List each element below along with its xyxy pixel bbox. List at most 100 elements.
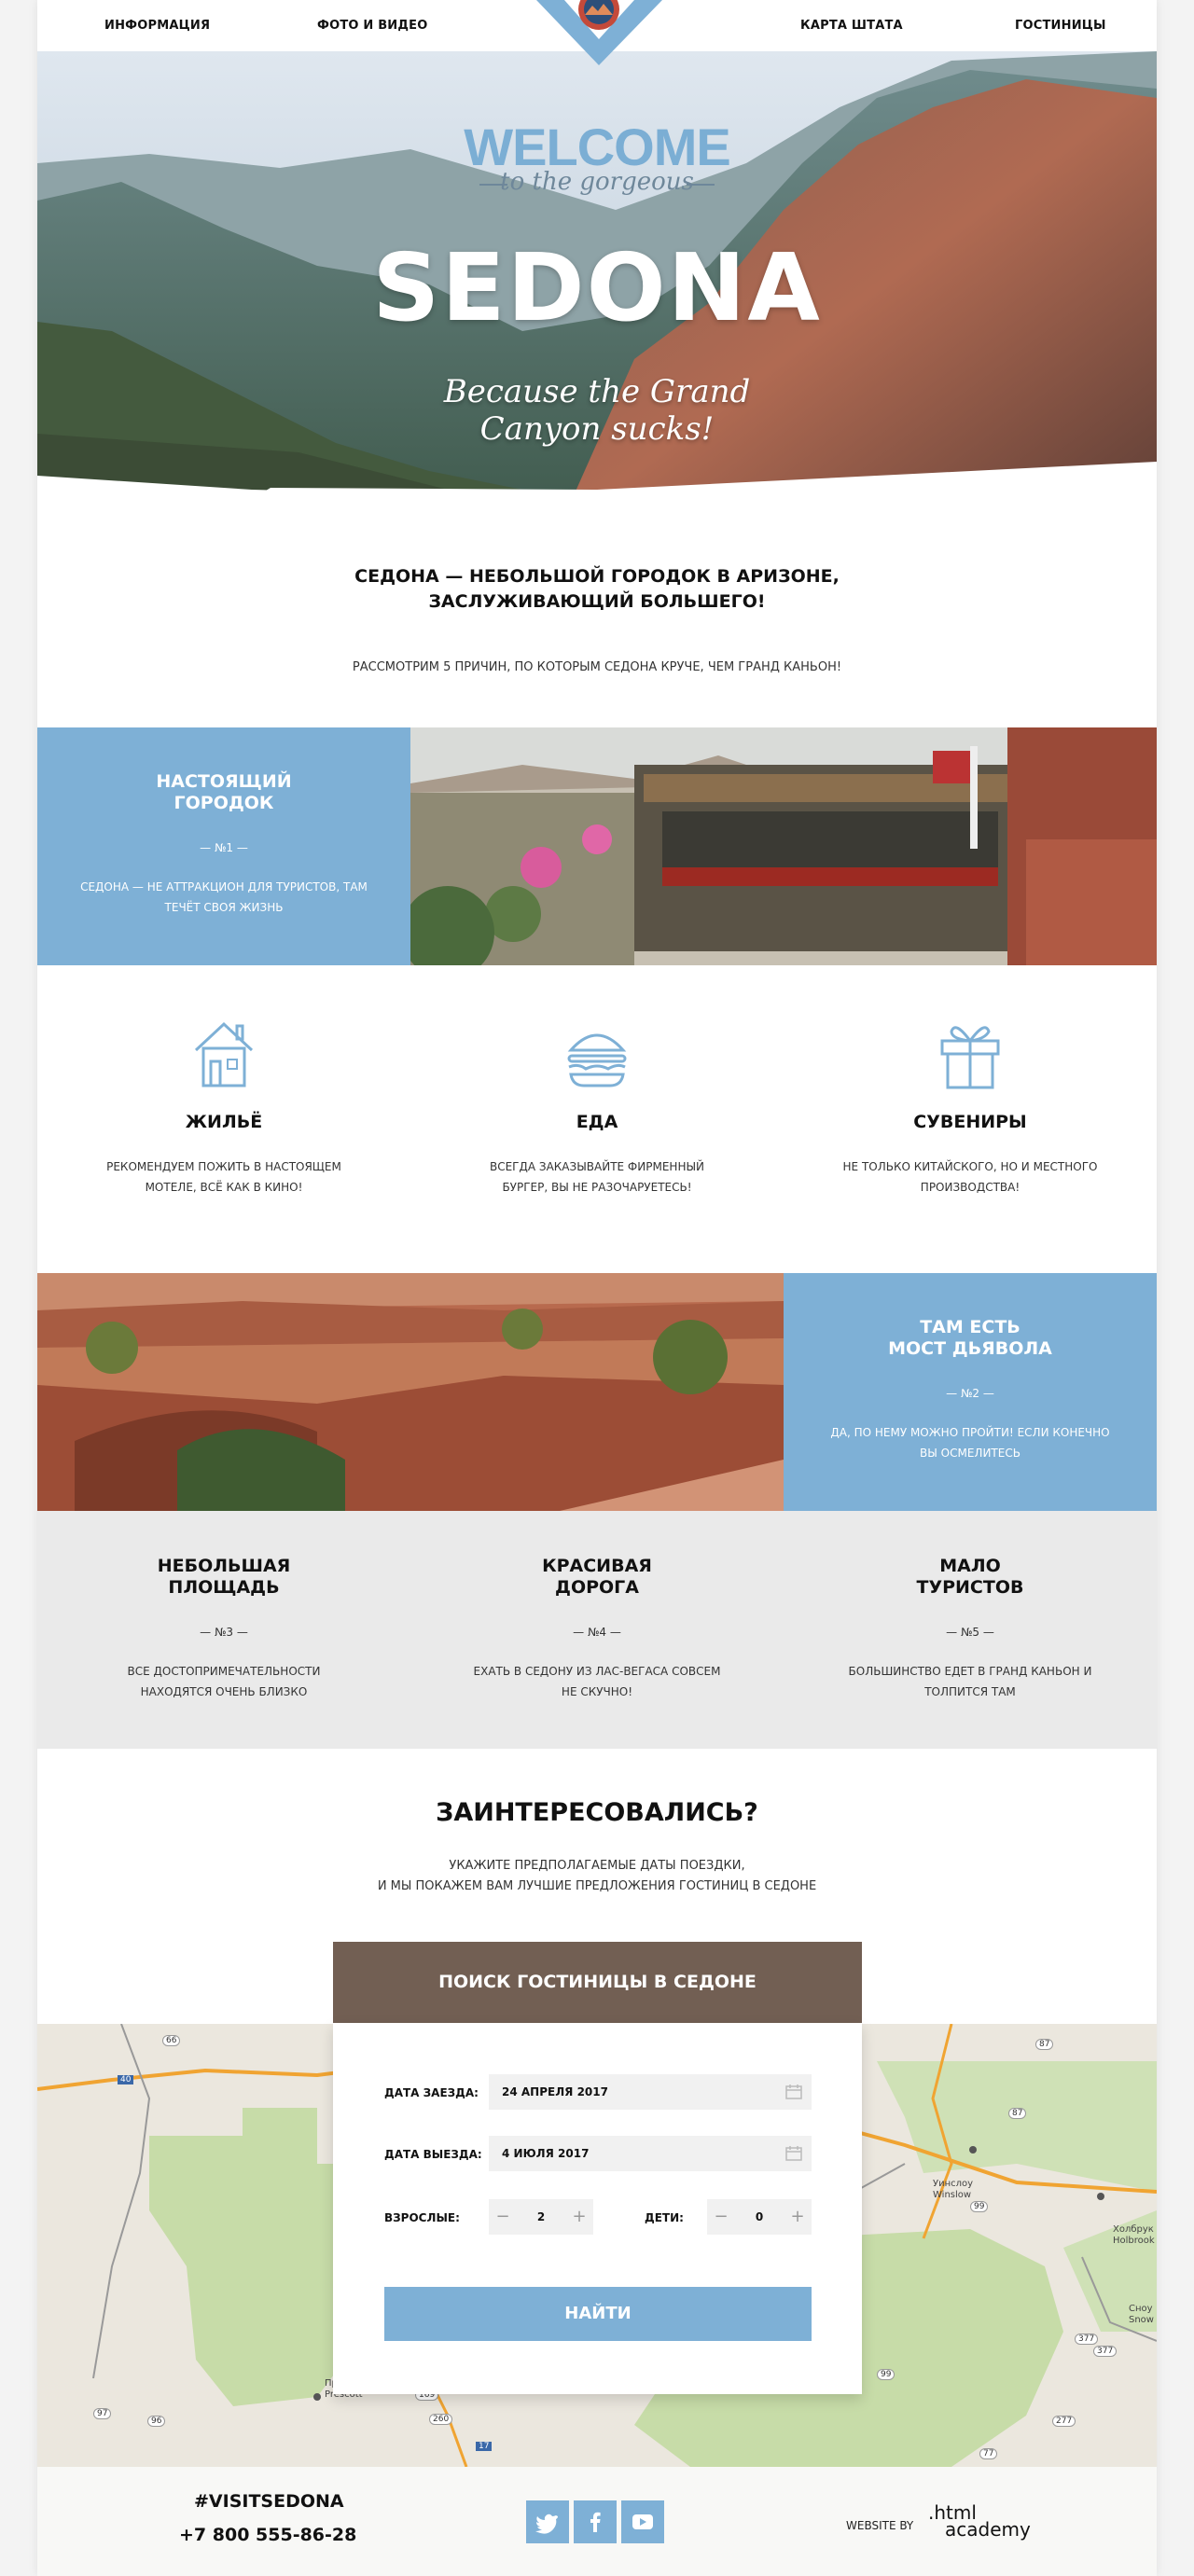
reason-4-title: КРАСИВАЯ ДОРОГА: [410, 1556, 784, 1599]
reason-2-title-line-2: МОСТ ДЬЯВОЛА: [888, 1338, 1052, 1359]
checkin-date-value: 24 АПРЕЛЯ 2017: [502, 2085, 608, 2098]
map-label-snowflake-en: Snow: [1129, 2315, 1154, 2325]
reason-3-title: НЕБОЛЬШАЯ ПЛОЩАДЬ: [37, 1556, 410, 1599]
children-minus-button[interactable]: −: [707, 2199, 735, 2235]
reason-1-title-line-2: ГОРОДОК: [174, 793, 274, 813]
map-road-99b: 99: [877, 2369, 896, 2380]
intro-subtitle: РАССМОТРИМ 5 ПРИЧИН, ПО КОТОРЫМ СЕДОНА К…: [352, 660, 842, 674]
map-road-96: 96: [147, 2416, 166, 2427]
house-icon: [194, 1021, 254, 1087]
intro-title-line-2: ЗАСЛУЖИВАЮЩИЙ БОЛЬШЕГО!: [428, 591, 766, 612]
map-label-snowflake-ru: Сноу: [1129, 2304, 1153, 2314]
reason-3-title-line-2: ПЛОЩАДЬ: [168, 1577, 280, 1598]
adults-value[interactable]: 2: [517, 2199, 565, 2235]
reason-3: НЕБОЛЬШАЯ ПЛОЩАДЬ — №3 — ВСЕ ДОСТОПРИМЕЧ…: [37, 1556, 410, 1698]
hero: WELCOME to the gorgeous SEDONA Because t…: [37, 51, 1157, 527]
map-road-260: 260: [429, 2414, 453, 2425]
footer: #VISITSEDONA +7 800 555-86-28 WEBSITE BY…: [37, 2467, 1157, 2576]
reason-3-number: — №3 —: [200, 1626, 248, 1639]
search-submit-button[interactable]: НАЙТИ: [384, 2287, 812, 2341]
map-label-holbrook: Холбрук Holbrook: [1113, 2224, 1155, 2247]
amenity-housing-text: РЕКОМЕНДУЕМ ПОЖИТЬ В НАСТОЯЩЕМ МОТЕЛЕ, В…: [106, 1160, 341, 1194]
map-label-holbrook-en: Holbrook: [1113, 2236, 1155, 2246]
reason-2-number: — №2 —: [946, 1387, 994, 1400]
children-plus-button[interactable]: +: [784, 2199, 812, 2235]
interested-line-2: И МЫ ПОКАЖЕМ ВАМ ЛУЧШИЕ ПРЕДЛОЖЕНИЯ ГОСТ…: [377, 1879, 817, 1893]
facebook-link[interactable]: [574, 2500, 617, 2543]
children-value[interactable]: 0: [735, 2199, 784, 2235]
reason-4-title-line-2: ДОРОГА: [555, 1577, 639, 1598]
gift-icon: [940, 1026, 1000, 1089]
reason-2-title: ТАМ ЕСТЬ МОСТ ДЬЯВОЛА: [784, 1317, 1157, 1360]
youtube-link[interactable]: [621, 2500, 664, 2543]
reason-4: КРАСИВАЯ ДОРОГА — №4 — ЕХАТЬ В СЕДОНУ ИЗ…: [410, 1556, 784, 1698]
reason-5-title-line-1: МАЛО: [939, 1556, 1001, 1576]
reason-5-number: — №5 —: [946, 1626, 994, 1639]
reason-5: МАЛО ТУРИСТОВ — №5 — БОЛЬШИНСТВО ЕДЕТ В …: [784, 1556, 1157, 1698]
intro-title-line-1: СЕДОНА — НЕБОЛЬШОЙ ГОРОДОК В АРИЗОНЕ,: [354, 566, 840, 587]
reasons-gray-section: НЕБОЛЬШАЯ ПЛОЩАДЬ — №3 — ВСЕ ДОСТОПРИМЕЧ…: [37, 1511, 1157, 1749]
nav-state-map[interactable]: КАРТА ШТАТА: [800, 19, 903, 33]
site-logo[interactable]: [536, 0, 662, 65]
website-by-label: WEBSITE BY: [846, 2519, 914, 2532]
map-road-277: 277: [1052, 2416, 1076, 2427]
footer-hashtag: #VISITSEDONA: [194, 2491, 344, 2512]
checkin-label: ДАТА ЗАЕЗДА:: [384, 2086, 479, 2099]
map-road-77: 77: [979, 2448, 998, 2459]
reason-2-text: ДА, ПО НЕМУ МОЖНО ПРОЙТИ! ЕСЛИ КОНЕЧНО В…: [830, 1426, 1110, 1460]
amenity-food-text: ВСЕГДА ЗАКАЗЫВАЙТЕ ФИРМЕННЫЙ БУРГЕР, ВЫ …: [489, 1160, 705, 1194]
footer-phone[interactable]: +7 800 555-86-28: [179, 2525, 356, 2545]
reason-4-title-line-1: КРАСИВАЯ: [542, 1556, 652, 1576]
reason-3-title-line-1: НЕБОЛЬШАЯ: [157, 1556, 291, 1576]
adults-minus-button[interactable]: −: [489, 2199, 517, 2235]
map-road-87b: 87: [1008, 2108, 1027, 2119]
map-road-99a: 99: [970, 2201, 989, 2212]
nav-info[interactable]: ИНФОРМАЦИЯ: [104, 19, 210, 33]
interested-title: ЗАИНТЕРЕСОВАЛИСЬ?: [436, 1798, 758, 1827]
reason-1-title: НАСТОЯЩИЙ ГОРОДОК: [37, 771, 410, 814]
quote-line-1: Because the Grand: [443, 373, 751, 410]
hero-city: SEDONA: [372, 233, 822, 342]
youtube-icon: [632, 2514, 653, 2529]
twitter-link[interactable]: [526, 2500, 569, 2543]
map-label-snowflake: Сноу Snow: [1129, 2304, 1154, 2326]
map-road-40: 40: [118, 2075, 134, 2084]
town-photo: [410, 727, 1157, 965]
adults-stepper: − 2 +: [489, 2199, 593, 2235]
reason-5-title-line-2: ТУРИСТОВ: [916, 1577, 1024, 1598]
map-road-377a: 377: [1075, 2334, 1099, 2345]
reason-3-text: ВСЕ ДОСТОПРИМЕЧАТЕЛЬНОСТИ НАХОДЯТСЯ ОЧЕН…: [127, 1665, 321, 1698]
children-label: ДЕТИ:: [645, 2211, 684, 2224]
checkin-date-field[interactable]: 24 АПРЕЛЯ 2017: [489, 2074, 812, 2110]
quote-line-2: Canyon sucks!: [479, 410, 715, 448]
amenity-food-title: ЕДА: [576, 1112, 618, 1132]
reason-4-number: — №4 —: [573, 1626, 621, 1639]
nav-hotels[interactable]: ГОСТИНИЦЫ: [1015, 19, 1106, 33]
html-academy-logo[interactable]: .html academy: [928, 2503, 1031, 2539]
reason-4-text: ЕХАТЬ В СЕДОНУ ИЗ ЛАС-ВЕГАСА СОВСЕМ НЕ С…: [473, 1665, 721, 1698]
checkout-date-field[interactable]: 4 ИЮЛЯ 2017: [489, 2136, 812, 2171]
reason-1-number: — №1 —: [200, 841, 248, 854]
calendar-icon[interactable]: [785, 2084, 802, 2099]
reason-1-block: НАСТОЯЩИЙ ГОРОДОК — №1 — СЕДОНА — НЕ АТТ…: [37, 727, 410, 965]
nav-photo-video[interactable]: ФОТО И ВИДЕО: [317, 19, 428, 33]
search-form-header: ПОИСК ГОСТИНИЦЫ В СЕДОНЕ: [333, 1942, 862, 2023]
checkout-date-value: 4 ИЮЛЯ 2017: [502, 2147, 590, 2160]
facebook-icon: [590, 2512, 601, 2532]
calendar-icon[interactable]: [785, 2146, 802, 2161]
map-road-66: 66: [162, 2035, 181, 2046]
checkout-label: ДАТА ВЫЕЗДА:: [384, 2148, 482, 2161]
hotel-search-form: ДАТА ЗАЕЗДА: 24 АПРЕЛЯ 2017 ДАТА ВЫЕЗДА:…: [333, 2023, 862, 2394]
map-road-377b: 377: [1093, 2346, 1118, 2357]
intro-title: СЕДОНА — НЕБОЛЬШОЙ ГОРОДОК В АРИЗОНЕ, ЗА…: [37, 564, 1157, 615]
divider-right: [687, 184, 715, 186]
children-stepper: − 0 +: [707, 2199, 812, 2235]
hero-quote: Because the Grand Canyon sucks!: [37, 373, 1157, 448]
reason-5-title: МАЛО ТУРИСТОВ: [784, 1556, 1157, 1599]
adults-label: ВЗРОСЛЫЕ:: [384, 2211, 460, 2224]
map-road-17: 17: [476, 2442, 493, 2451]
reason-5-text: БОЛЬШИНСТВО ЕДЕТ В ГРАНД КАНЬОН И ТОЛПИТ…: [848, 1665, 1092, 1698]
adults-plus-button[interactable]: +: [565, 2199, 593, 2235]
map-road-97: 97: [93, 2408, 112, 2419]
burger-icon: [567, 1033, 627, 1087]
